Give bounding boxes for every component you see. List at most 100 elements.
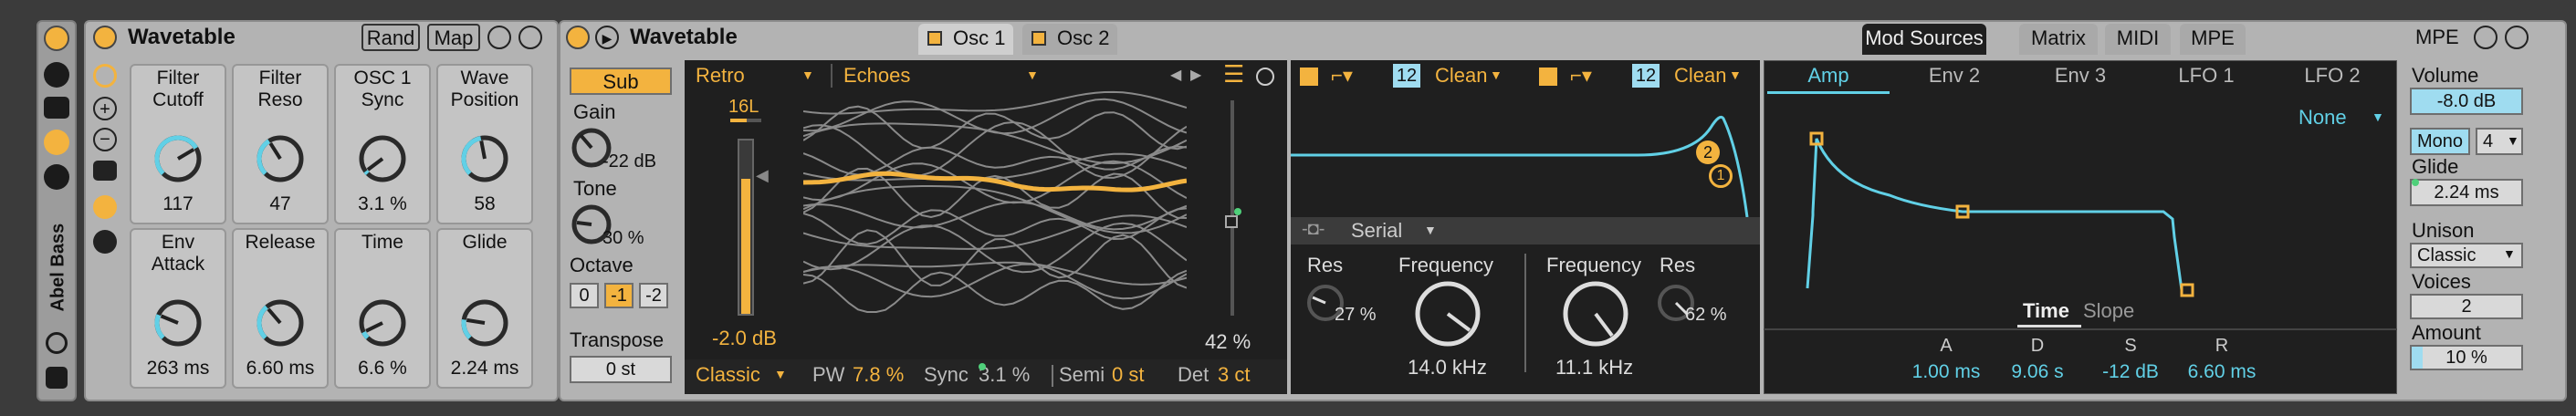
device-save-icon[interactable]	[2505, 26, 2529, 49]
volume-field[interactable]: -8.0 dB	[2410, 88, 2523, 115]
add-icon[interactable]: +	[93, 97, 117, 120]
macro-knob[interactable]	[152, 133, 204, 184]
osc-mode-select[interactable]: Classic	[696, 363, 760, 387]
device-power-button[interactable]	[566, 26, 590, 49]
filter-1-circuit-chevron-down-icon[interactable]: ▼	[1490, 68, 1503, 82]
list-icon[interactable]	[44, 164, 69, 190]
camera-icon[interactable]	[44, 97, 69, 119]
filter-2-toggle[interactable]	[1539, 68, 1557, 86]
adsr-value[interactable]: 9.06 s	[1997, 361, 2078, 383]
mod-tab[interactable]: LFO 2	[2271, 64, 2393, 88]
macro-knob[interactable]	[459, 297, 510, 348]
macro-variation-icon[interactable]	[93, 64, 117, 88]
adsr-value[interactable]: 1.00 ms	[1906, 361, 1986, 383]
mod-tab[interactable]: Env 3	[2019, 64, 2141, 88]
wavetable-name[interactable]: Echoes	[843, 64, 910, 88]
device-play-icon[interactable]: ▶	[595, 26, 619, 49]
amount-field[interactable]: 10 %	[2410, 345, 2523, 370]
sync-value[interactable]: 3.1 %	[979, 363, 1030, 387]
transpose-field[interactable]: 0 st	[570, 356, 672, 383]
osc-2-toggle-icon[interactable]	[1031, 31, 1046, 46]
sub-toggle[interactable]: Sub	[570, 68, 672, 95]
voices-field[interactable]: 2	[2410, 294, 2523, 319]
routing-chevron-down-icon[interactable]: ▼	[1424, 223, 1437, 237]
mod-tab[interactable]: LFO 1	[2145, 64, 2267, 88]
envelope-slope-toggle[interactable]: Slope	[2083, 299, 2134, 323]
sync-icon[interactable]	[46, 332, 68, 354]
mod-tab[interactable]: Env 2	[1893, 64, 2016, 88]
octave-option[interactable]: -1	[604, 283, 634, 308]
filter-2-slope[interactable]: 12	[1632, 64, 1660, 88]
wavetable-category[interactable]: Retro	[696, 64, 745, 88]
snapshot-icon[interactable]	[93, 161, 117, 181]
filter-2-circuit[interactable]: Clean	[1674, 64, 1726, 88]
macro-knob[interactable]	[357, 133, 408, 184]
filter-2-type-icon[interactable]: ⌐▾	[1570, 64, 1592, 88]
mod-destination[interactable]: None	[2299, 106, 2347, 130]
filter-1-freq-knob[interactable]	[1413, 279, 1482, 348]
mod-destination-chevron-down-icon[interactable]: ▼	[2372, 109, 2384, 124]
wavetable-category-chevron-down-icon[interactable]: ▼	[801, 68, 814, 82]
filter-1-badge[interactable]: 1	[1709, 164, 1733, 188]
rand-button[interactable]: Rand	[361, 24, 420, 51]
rack-save-icon[interactable]	[518, 26, 542, 49]
glide-field[interactable]: 2.24 ms	[2410, 179, 2523, 206]
device-hotswap-icon[interactable]	[2474, 26, 2497, 49]
adsr-value[interactable]: 6.60 ms	[2182, 361, 2262, 383]
unison-mode-chevron-down-icon[interactable]: ▼	[2503, 246, 2516, 261]
remove-icon[interactable]: −	[93, 128, 117, 151]
macro-randomize-icon[interactable]	[93, 195, 117, 219]
prev-wavetable-icon[interactable]: ◀	[1170, 66, 1181, 84]
right-tab[interactable]: MPE	[2180, 24, 2246, 55]
wave-3d-toggle-icon[interactable]	[1256, 68, 1274, 86]
routing-mode[interactable]: Serial	[1351, 219, 1402, 243]
filter-1-type-icon[interactable]: ⌐▾	[1331, 64, 1353, 88]
macro-knob[interactable]	[152, 297, 204, 348]
pw-value[interactable]: 7.8 %	[853, 363, 904, 387]
right-tab[interactable]: MIDI	[2105, 24, 2171, 55]
macro-map-icon[interactable]	[44, 62, 69, 88]
filter-1-toggle[interactable]	[1300, 68, 1318, 86]
poly-voices-chevron-down-icon[interactable]: ▼	[2507, 133, 2519, 148]
filter-1-slope[interactable]: 12	[1393, 64, 1420, 88]
wave-view-toggle-icon[interactable]: ☰	[1223, 60, 1244, 88]
adsr-label: R	[2215, 336, 2229, 356]
rack-power-button[interactable]	[93, 26, 117, 49]
macro-value: 6.60 ms	[246, 358, 315, 379]
wavetable-name-chevron-down-icon[interactable]: ▼	[1026, 68, 1039, 82]
adsr-label: A	[1940, 336, 1953, 356]
filter-1-circuit[interactable]: Clean	[1435, 64, 1487, 88]
right-tab[interactable]: Mod Sources	[1862, 24, 1986, 55]
macro-knob[interactable]	[255, 133, 306, 184]
octave-option[interactable]: -2	[639, 283, 668, 308]
macro-knob[interactable]	[459, 133, 510, 184]
position-slider[interactable]	[1230, 100, 1234, 316]
envelope-time-toggle[interactable]: Time	[2023, 299, 2069, 323]
wavetable-display[interactable]	[803, 88, 1187, 316]
macro-list-icon[interactable]	[93, 230, 117, 254]
osc-1-toggle-icon[interactable]	[927, 31, 942, 46]
mod-tab[interactable]: Amp	[1767, 64, 1890, 88]
macro-knob[interactable]	[255, 297, 306, 348]
next-wavetable-icon[interactable]: ▶	[1190, 66, 1201, 84]
rack-activator-button[interactable]	[44, 26, 69, 51]
chain-toggle-icon[interactable]	[44, 130, 69, 155]
adsr-value[interactable]: -12 dB	[2090, 361, 2171, 383]
position-slider-handle[interactable]	[1225, 215, 1238, 228]
mono-button[interactable]: Mono	[2410, 128, 2470, 155]
filter-2-badge[interactable]: 2	[1696, 140, 1720, 164]
det-value[interactable]: 3 ct	[1218, 363, 1250, 387]
rack-hotswap-icon[interactable]	[487, 26, 511, 49]
save-icon[interactable]	[46, 367, 68, 389]
semi-value[interactable]: 0 st	[1112, 363, 1144, 387]
filter-2-circuit-chevron-down-icon[interactable]: ▼	[1729, 68, 1742, 82]
filter-2-freq-knob[interactable]	[1561, 279, 1630, 348]
octave-option[interactable]: 0	[570, 283, 599, 308]
envelope-node[interactable]	[2180, 283, 2194, 297]
osc-mode-chevron-down-icon[interactable]: ▼	[774, 367, 787, 381]
macro-knob[interactable]	[357, 297, 408, 348]
map-button[interactable]: Map	[427, 24, 480, 51]
filter-response-display[interactable]	[1291, 95, 1760, 217]
right-tab[interactable]: Matrix	[2019, 24, 2098, 55]
envelope-display[interactable]	[1780, 128, 2382, 307]
